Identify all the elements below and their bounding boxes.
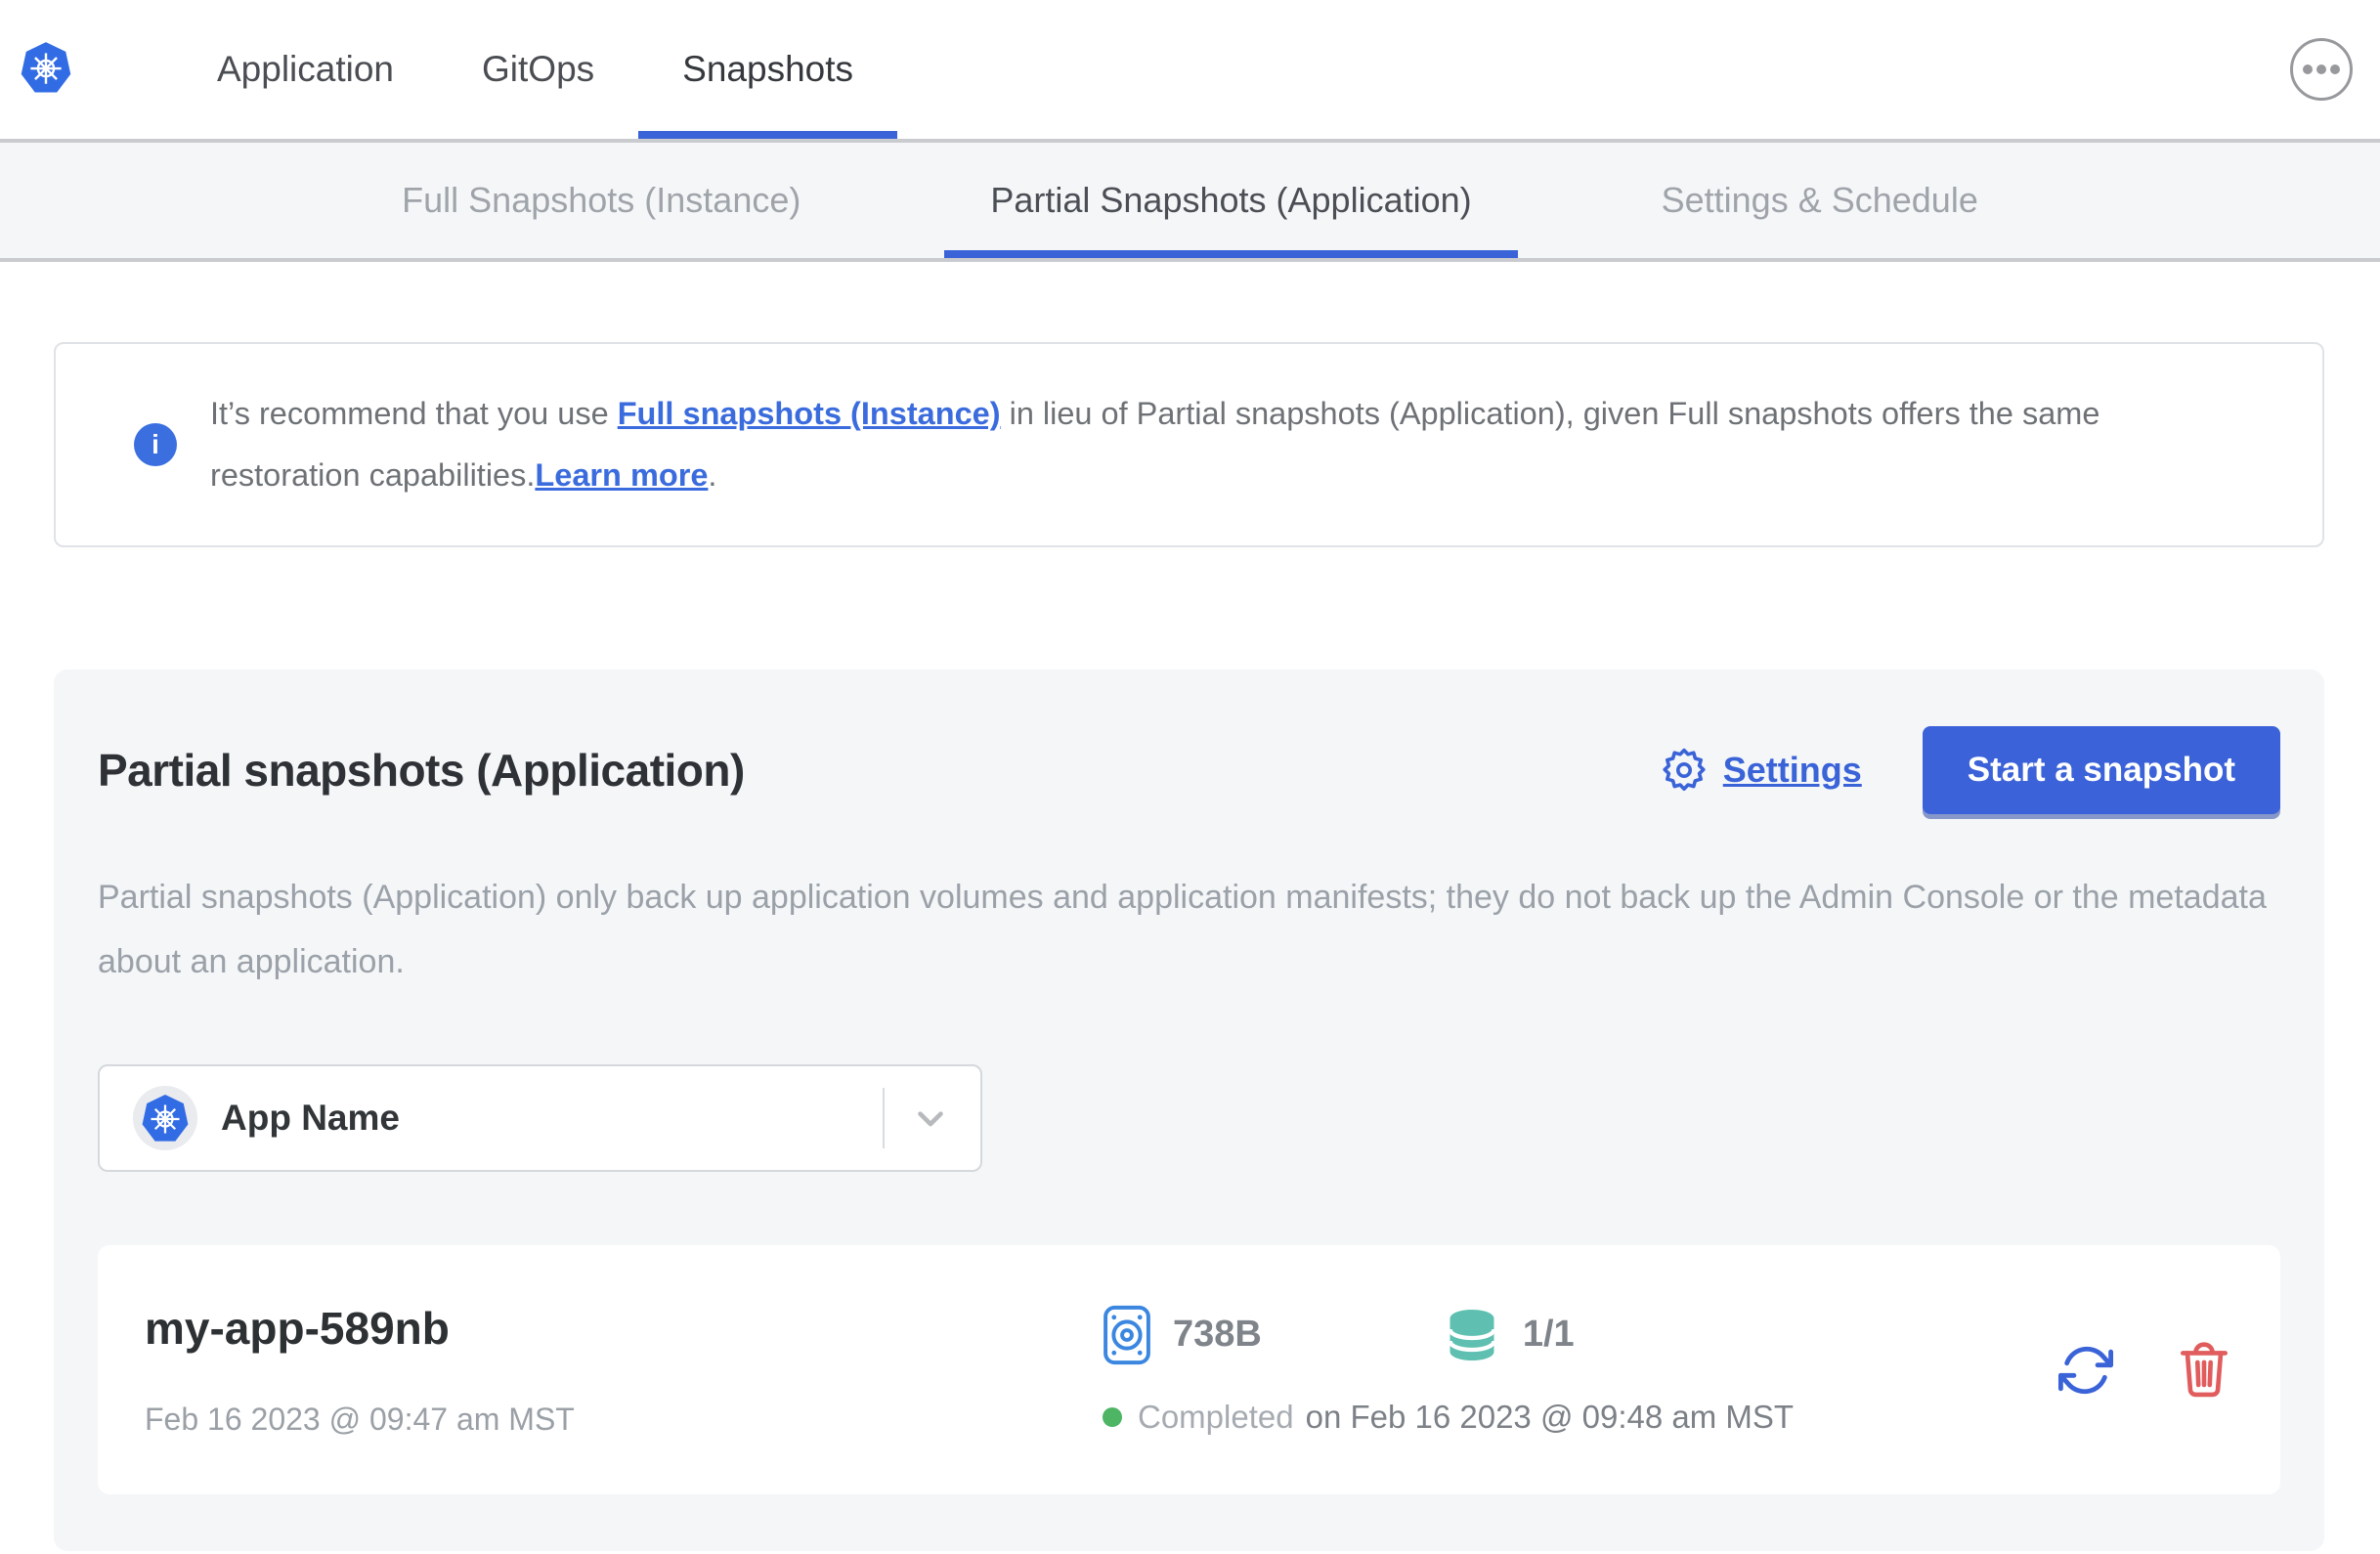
app-name-select[interactable]: App Name bbox=[98, 1064, 982, 1172]
kubernetes-app-icon bbox=[133, 1086, 197, 1150]
snapshot-row: my-app-589nb Feb 16 2023 @ 09:47 am MST bbox=[98, 1245, 2280, 1494]
top-nav: Application GitOps Snapshots bbox=[0, 0, 2380, 143]
snapshot-status: Completed on Feb 16 2023 @ 09:48 am MST bbox=[1103, 1399, 1794, 1436]
nav-tab-application[interactable]: Application bbox=[173, 0, 438, 139]
trash-icon bbox=[2180, 1341, 2228, 1397]
database-icon bbox=[1448, 1309, 1496, 1360]
snapshot-name: my-app-589nb bbox=[145, 1303, 450, 1354]
page: Application GitOps Snapshots Full Snapsh… bbox=[0, 0, 2380, 1554]
tab-partial-snapshots[interactable]: Partial Snapshots (Application) bbox=[944, 143, 1517, 258]
snapshot-volumes-stat: 1/1 bbox=[1443, 1306, 1575, 1364]
more-menu-button[interactable] bbox=[2290, 38, 2353, 101]
snapshot-actions bbox=[2057, 1341, 2243, 1400]
banner-text: It’s recommend that you use Full snapsho… bbox=[210, 383, 2214, 506]
banner-text-before: It’s recommend that you use bbox=[210, 396, 618, 431]
restore-icon bbox=[2057, 1346, 2114, 1394]
tab-settings-schedule[interactable]: Settings & Schedule bbox=[1616, 143, 2024, 258]
snapshot-started: Feb 16 2023 @ 09:47 am MST bbox=[145, 1402, 575, 1437]
panel-description: Partial snapshots (Application) only bac… bbox=[98, 879, 2267, 980]
kubernetes-logo bbox=[21, 42, 71, 93]
snapshots-subnav: Full Snapshots (Instance) Partial Snapsh… bbox=[0, 143, 2380, 262]
snapshot-stats: 738B 1/1 bbox=[1103, 1305, 1794, 1365]
status-dot bbox=[1103, 1406, 1122, 1427]
learn-more-link[interactable]: Learn more bbox=[535, 457, 708, 493]
gear-icon bbox=[1663, 748, 1706, 791]
restore-snapshot-button[interactable] bbox=[2057, 1342, 2114, 1399]
snapshot-settings-link[interactable]: Settings bbox=[1661, 747, 1862, 794]
info-banner: i It’s recommend that you use Full snaps… bbox=[54, 342, 2324, 547]
snapshot-volumes: 1/1 bbox=[1522, 1314, 1575, 1355]
select-divider bbox=[883, 1088, 885, 1148]
tab-full-snapshots[interactable]: Full Snapshots (Instance) bbox=[356, 143, 846, 258]
nav-tab-gitops[interactable]: GitOps bbox=[438, 0, 638, 139]
ellipsis-icon bbox=[2303, 65, 2340, 74]
main-nav: Application GitOps Snapshots bbox=[173, 0, 897, 139]
start-snapshot-button[interactable]: Start a snapshot bbox=[1922, 726, 2280, 814]
status-label: Completed bbox=[1138, 1398, 1294, 1435]
panel-title: Partial snapshots (Application) bbox=[98, 745, 745, 796]
panel-header: Partial snapshots (Application) Settings… bbox=[98, 726, 2280, 814]
full-snapshots-link[interactable]: Full snapshots (Instance) bbox=[618, 396, 1001, 431]
settings-link-label: Settings bbox=[1722, 750, 1862, 790]
partial-snapshots-panel: Partial snapshots (Application) Settings… bbox=[54, 669, 2324, 1551]
snapshot-size-stat: 738B bbox=[1103, 1305, 1262, 1365]
info-icon: i bbox=[134, 423, 177, 466]
snapshot-details: 738B 1/1 Completed on Feb 16 2023 @ 09:4… bbox=[1103, 1305, 1794, 1436]
app-select-value: App Name bbox=[221, 1098, 400, 1138]
snapshot-info: my-app-589nb Feb 16 2023 @ 09:47 am MST bbox=[145, 1302, 1103, 1438]
chevron-down-icon bbox=[918, 1111, 943, 1127]
banner-text-after: . bbox=[708, 457, 717, 493]
panel-actions: Settings Start a snapshot bbox=[1661, 726, 2280, 814]
snapshot-size: 738B bbox=[1173, 1314, 1262, 1355]
nav-tab-snapshots[interactable]: Snapshots bbox=[638, 0, 897, 139]
disk-icon bbox=[1103, 1305, 1150, 1364]
delete-snapshot-button[interactable] bbox=[2177, 1341, 2231, 1400]
status-time: on Feb 16 2023 @ 09:48 am MST bbox=[1305, 1398, 1795, 1435]
